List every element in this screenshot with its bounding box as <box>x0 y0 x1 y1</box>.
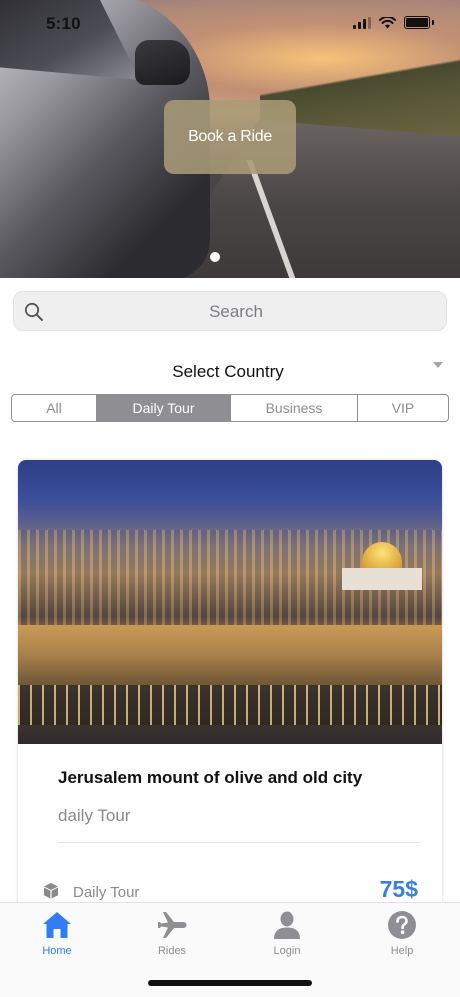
tab-help[interactable]: Help <box>362 909 442 965</box>
tour-price: 75$ <box>379 876 418 902</box>
home-icon <box>43 912 71 938</box>
tour-card-title: Jerusalem mount of olive and old city <box>58 768 363 787</box>
tab-home[interactable]: Home <box>17 909 97 965</box>
hero-car-window <box>0 0 140 80</box>
status-time: 5:10 <box>46 14 81 33</box>
tab-login[interactable]: Login <box>247 909 327 965</box>
chevron-down-icon[interactable] <box>433 362 443 368</box>
tour-card-divider <box>58 842 420 843</box>
wall-lights <box>18 685 442 725</box>
carousel-page-indicator[interactable] <box>210 252 220 262</box>
tab-rides[interactable]: Rides <box>132 909 212 965</box>
tour-card-image <box>18 460 442 744</box>
battery-icon <box>404 16 430 29</box>
wifi-icon <box>379 16 396 28</box>
signal-icon <box>353 16 371 29</box>
home-indicator <box>148 980 312 986</box>
segment-daily-tour[interactable]: Daily Tour <box>97 395 231 421</box>
tour-card[interactable]: Jerusalem mount of olive and old city da… <box>18 460 442 920</box>
hero-banner: 5:10 Book a Ride <box>0 0 460 278</box>
status-icons <box>353 16 434 29</box>
segment-vip[interactable]: VIP <box>358 395 448 421</box>
tour-card-subtitle: daily Tour <box>58 806 131 825</box>
hero-car-mirror <box>135 40 190 85</box>
tour-type-label: Daily Tour <box>73 884 140 901</box>
box-icon <box>44 883 58 899</box>
tab-rides-label: Rides <box>157 945 187 957</box>
battery-tip <box>432 20 434 25</box>
person-icon <box>274 911 300 939</box>
tab-login-label: Login <box>273 945 301 957</box>
search-bar[interactable] <box>13 291 447 332</box>
tab-home-label: Home <box>42 945 72 957</box>
dome-base <box>342 568 422 590</box>
segment-all[interactable]: All <box>12 395 97 421</box>
segment-business[interactable]: Business <box>231 395 358 421</box>
old-city-wall <box>18 625 442 685</box>
tab-help-label: Help <box>390 945 414 957</box>
country-select-label: Select Country <box>172 362 284 381</box>
search-icon <box>24 302 43 321</box>
search-input[interactable] <box>54 292 418 332</box>
category-segmented-control[interactable]: All Daily Tour Business VIP <box>11 394 449 422</box>
country-select[interactable]: Select Country <box>0 360 460 382</box>
airplane-icon <box>158 912 187 938</box>
book-ride-button[interactable]: Book a Ride <box>164 100 296 174</box>
help-icon <box>388 911 416 939</box>
